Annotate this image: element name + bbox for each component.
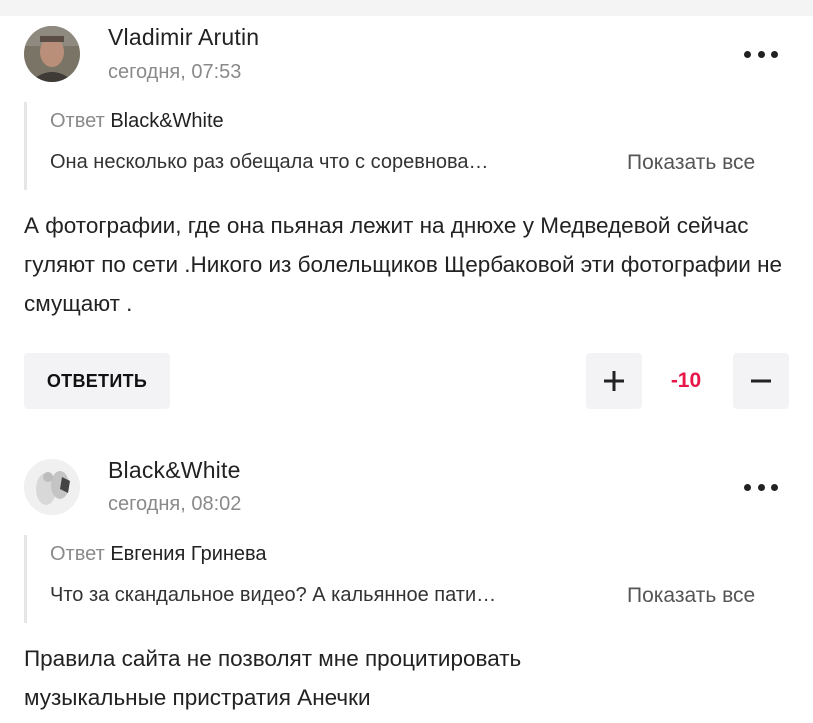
quote-header: Ответ Евгения Гринева	[50, 543, 267, 566]
comment-author[interactable]: Vladimir Arutin	[108, 24, 259, 51]
show-all-link[interactable]: Показать все	[627, 584, 755, 608]
reply-quote: Ответ Евгения Гринева Что за скандальное…	[24, 535, 787, 623]
comment-author[interactable]: Black&White	[108, 457, 241, 484]
avatar-photo-icon	[24, 26, 80, 82]
quote-author[interactable]: Евгения Гринева	[110, 543, 266, 565]
plus-icon	[604, 371, 624, 391]
avatar[interactable]	[24, 26, 80, 82]
dot	[771, 483, 778, 491]
quote-prefix: Ответ	[50, 543, 105, 565]
dot	[744, 483, 751, 491]
quote-text: Что за скандальное видео? А кальянное па…	[50, 584, 497, 606]
dot	[757, 483, 765, 491]
top-bar	[0, 0, 813, 16]
quote-header: Ответ Black&White	[50, 110, 224, 133]
comment-score: -10	[670, 369, 702, 392]
quote-prefix: Ответ	[50, 110, 105, 132]
comment-timestamp: сегодня, 07:53	[108, 61, 242, 83]
reply-quote: Ответ Black&White Она несколько раз обещ…	[24, 102, 787, 190]
reply-button[interactable]: ОТВЕТИТЬ	[24, 353, 170, 409]
dot	[771, 50, 778, 58]
dot	[744, 50, 751, 58]
upvote-button[interactable]	[586, 353, 642, 409]
more-options-icon[interactable]	[744, 46, 778, 62]
comment-timestamp: сегодня, 08:02	[108, 493, 242, 515]
downvote-button[interactable]	[733, 353, 789, 409]
more-options-icon[interactable]	[744, 479, 778, 495]
dot	[757, 50, 765, 58]
quote-text: Она несколько раз обещала что с соревнов…	[50, 151, 489, 173]
comment-text: Правила сайта не позволят мне процитиров…	[24, 646, 522, 710]
show-all-link[interactable]: Показать все	[627, 151, 755, 175]
minus-icon	[751, 379, 771, 383]
avatar[interactable]	[24, 459, 80, 515]
avatar-photo-icon	[24, 459, 80, 515]
quote-author[interactable]: Black&White	[110, 110, 223, 132]
comment-text: А фотографии, где она пьяная лежит на дн…	[24, 213, 783, 316]
